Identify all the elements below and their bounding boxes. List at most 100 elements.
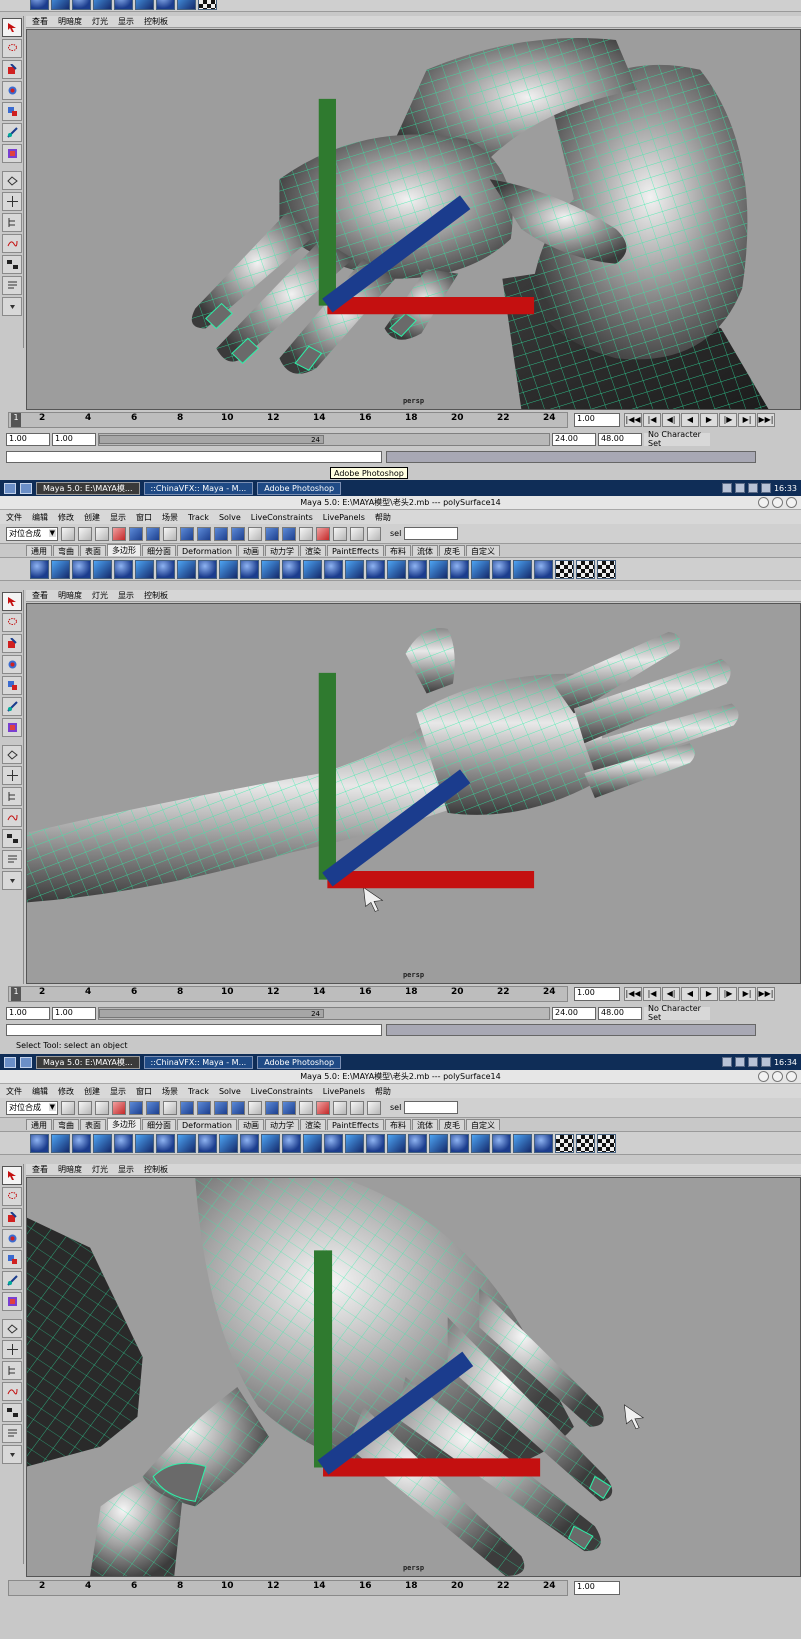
time-ruler[interactable]: 1 2 4 6 8 10 12 14 16 18 20 22 24: [8, 986, 568, 1002]
shelf-tab-dynamics[interactable]: 动力学: [264, 545, 299, 556]
character-set-menu[interactable]: No Character Set: [644, 430, 710, 448]
hypershade-pane-icon[interactable]: [1, 829, 22, 848]
poly-sphere-icon[interactable]: [30, 0, 49, 10]
panel-menu-view[interactable]: 查看: [32, 16, 48, 27]
shelf-tab-cloth[interactable]: 布料: [384, 1119, 411, 1130]
split-polygon-icon[interactable]: [282, 559, 301, 579]
split-polygon-icon[interactable]: [282, 1133, 301, 1153]
last-tool-icon[interactable]: [1, 144, 22, 163]
script-pane-icon[interactable]: [1, 276, 22, 295]
input-ops-icon[interactable]: [265, 1100, 279, 1115]
browser-icon[interactable]: [20, 1056, 32, 1068]
outliner-pane-icon[interactable]: [1, 787, 22, 806]
select-object-icon[interactable]: [129, 1100, 143, 1115]
poly-cube-icon[interactable]: [51, 0, 70, 10]
menu-create[interactable]: 创建: [84, 1086, 100, 1097]
go-end-icon[interactable]: ▶▶|: [757, 987, 775, 1001]
pick-mask-icon[interactable]: [163, 1100, 177, 1115]
planar-map-icon[interactable]: [534, 1133, 553, 1153]
snap-view-icon[interactable]: [231, 1100, 245, 1115]
select-component-icon[interactable]: [146, 1100, 160, 1115]
graph-pane-icon[interactable]: [1, 234, 22, 253]
shelf-tab-subdivs[interactable]: 细分面: [142, 1119, 176, 1130]
step-forward-key-icon[interactable]: ▶|: [738, 413, 756, 427]
checker-material-icon[interactable]: [597, 1133, 616, 1153]
menu-help[interactable]: 帮助: [375, 512, 391, 523]
menu-solve[interactable]: Solve: [219, 513, 241, 522]
panel-menu-lighting[interactable]: 灯光: [92, 16, 108, 27]
poly-cone-icon[interactable]: [93, 1133, 112, 1153]
shelf-tab-polygons[interactable]: 多边形: [107, 544, 141, 556]
help-icon[interactable]: [282, 1100, 296, 1115]
shelf-tab-subdivs[interactable]: 细分面: [142, 545, 176, 556]
smooth-icon[interactable]: [219, 1133, 238, 1153]
menu-file[interactable]: 文件: [6, 1086, 22, 1097]
shelf-tab-painteffects[interactable]: PaintEffects: [326, 545, 384, 556]
playback-start-field[interactable]: 1.00: [52, 1006, 96, 1020]
taskbar-item-photoshop[interactable]: Adobe Photoshop: [257, 481, 342, 495]
checker-icon[interactable]: [555, 559, 574, 579]
single-pane-icon[interactable]: [1, 745, 22, 764]
playback-end-field[interactable]: 24.00: [552, 1006, 596, 1020]
play-forward-icon[interactable]: ▶: [700, 413, 718, 427]
quadrangulate-icon[interactable]: [408, 1133, 427, 1153]
playback-end-field[interactable]: 24.00: [552, 432, 596, 446]
end-time-field[interactable]: 48.00: [598, 1006, 642, 1020]
taskbar-item-maya[interactable]: Maya 5.0: E:\MAYA模...: [36, 481, 140, 495]
help-icon[interactable]: [282, 526, 296, 541]
viewport-1[interactable]: persp: [26, 29, 801, 410]
open-scene-icon[interactable]: [78, 1100, 92, 1115]
command-input[interactable]: [6, 1023, 382, 1036]
show-editor-icon[interactable]: [350, 526, 364, 541]
command-input[interactable]: [6, 450, 382, 463]
cut-faces-icon[interactable]: [471, 1133, 490, 1153]
manipulator-tool-icon[interactable]: [1, 123, 22, 142]
four-pane-icon[interactable]: [1, 766, 22, 785]
snap-curve-icon[interactable]: [197, 526, 211, 541]
panel-menu-panels[interactable]: 控制板: [144, 1164, 168, 1175]
scale-tool-icon[interactable]: [1, 102, 22, 121]
tray-icon[interactable]: [747, 1057, 758, 1067]
separate-icon[interactable]: [177, 1133, 196, 1153]
poly-cylinder-icon[interactable]: [72, 1133, 91, 1153]
extract-icon[interactable]: [198, 1133, 217, 1153]
menu-livepanels[interactable]: LivePanels: [323, 513, 365, 522]
viewport-3[interactable]: persp: [26, 1177, 801, 1577]
bevel-icon[interactable]: [324, 559, 343, 579]
menu-modify[interactable]: 修改: [58, 512, 74, 523]
time-ruler[interactable]: 1 2 4 6 8 10 12 14 16 18 20 22 24: [8, 412, 568, 428]
shelf-tab-general[interactable]: 通用: [26, 1119, 52, 1130]
extrude-icon[interactable]: [177, 0, 196, 10]
desktop-icon[interactable]: [4, 482, 16, 494]
menu-scene[interactable]: 场景: [162, 512, 178, 523]
shelf-tab-dynamics[interactable]: 动力学: [264, 1119, 299, 1130]
history-icon[interactable]: [248, 1100, 262, 1115]
character-set-menu[interactable]: No Character Set: [644, 1004, 710, 1022]
menu-set-combo[interactable]: 对位合成: [6, 1100, 58, 1115]
panel-menu-view[interactable]: 查看: [32, 1164, 48, 1175]
checker-icon[interactable]: [555, 1133, 574, 1153]
uv-editor-icon[interactable]: [576, 559, 595, 579]
cut-faces-icon[interactable]: [471, 559, 490, 579]
tray-icon[interactable]: [721, 1057, 732, 1067]
panel-menu-show[interactable]: 显示: [118, 590, 134, 601]
lasso-tool-icon[interactable]: [1, 1187, 22, 1206]
graph-pane-icon[interactable]: [1, 1382, 22, 1401]
channel-box-icon[interactable]: [367, 1100, 381, 1115]
select-hierarchy-icon[interactable]: [112, 1100, 126, 1115]
play-forward-icon[interactable]: ▶: [700, 987, 718, 1001]
select-tool-icon[interactable]: [1, 592, 22, 611]
current-time-field[interactable]: 1.00: [574, 987, 620, 1001]
poly-torus-icon[interactable]: [135, 0, 154, 10]
menu-track[interactable]: Track: [188, 513, 209, 522]
panel-menu-lighting[interactable]: 灯光: [92, 590, 108, 601]
snap-grid-icon[interactable]: [180, 1100, 194, 1115]
single-pane-icon[interactable]: [1, 1319, 22, 1338]
show-editor-icon[interactable]: [350, 1100, 364, 1115]
subdivide-icon[interactable]: [366, 559, 385, 579]
step-forward-key-icon[interactable]: ▶|: [738, 987, 756, 1001]
hypershade-pane-icon[interactable]: [1, 255, 22, 274]
select-object-icon[interactable]: [129, 526, 143, 541]
shelf-tab-curves[interactable]: 弯曲: [53, 1119, 79, 1130]
minimize-icon[interactable]: [758, 1071, 769, 1082]
